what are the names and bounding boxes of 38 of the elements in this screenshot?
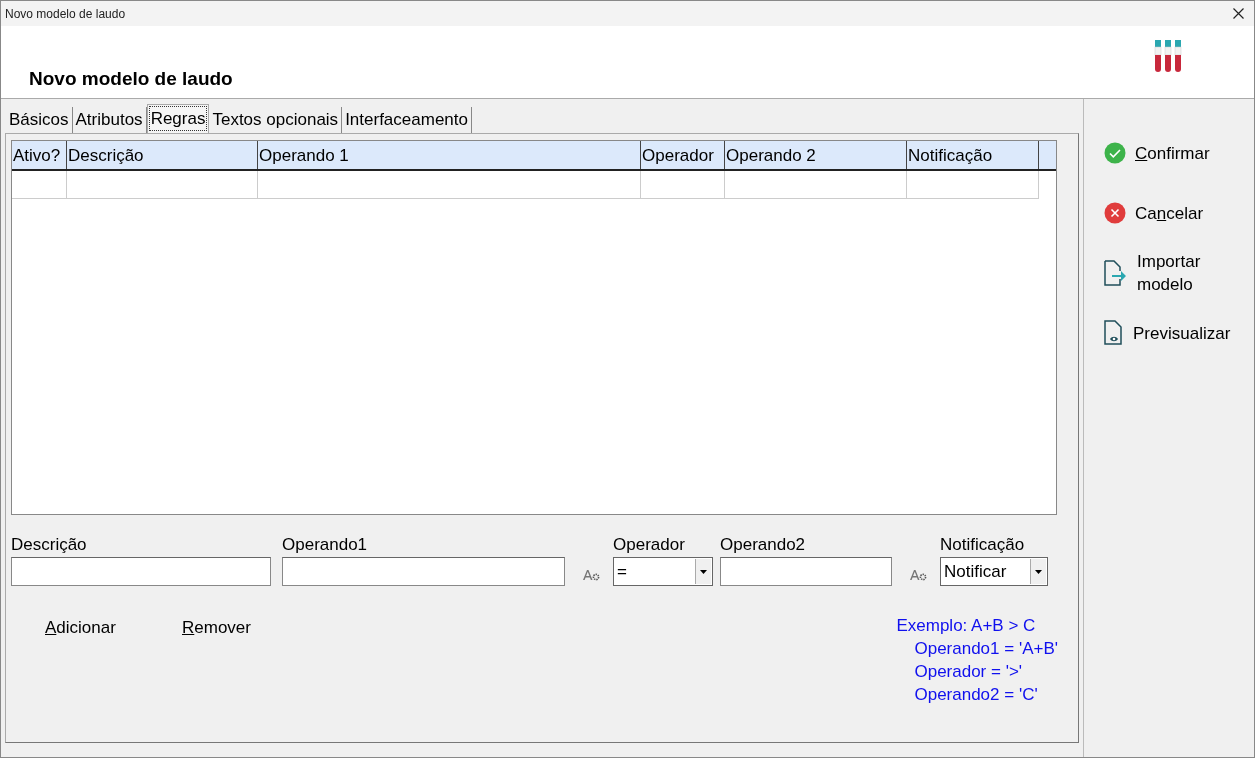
input-field[interactable]: [282, 557, 565, 586]
field-label: Descrição: [11, 535, 88, 555]
field-label: Operando2: [720, 535, 807, 555]
file-import-icon: [1104, 260, 1128, 286]
close-icon: [1104, 202, 1126, 224]
test-tubes-icon: [1154, 40, 1184, 72]
input-field[interactable]: [11, 557, 271, 586]
example-text: Exemplo: A+B > C Operando1 = 'A+B' Operador = '>' Operando2 = 'C': [896, 615, 1058, 706]
dropdown[interactable]: =: [613, 557, 713, 586]
column-header[interactable]: Operando 1: [258, 141, 641, 169]
dropdown-arrow-icon: [700, 569, 707, 574]
action-button[interactable]: Cancelar: [1104, 183, 1249, 243]
field-label: Operando1: [282, 535, 369, 555]
column-header[interactable]: Descrição: [67, 141, 258, 169]
column-header[interactable]: Operador: [641, 141, 725, 169]
field-label: Operador: [613, 535, 686, 555]
window-title: Novo modelo de laudo: [5, 6, 126, 21]
field-label: Notificação: [940, 535, 1026, 555]
dialog-heading: Novo modelo de laudo: [29, 68, 233, 90]
font-settings-icon[interactable]: [910, 569, 927, 581]
column-header[interactable]: Notificação: [907, 141, 1039, 169]
tab[interactable]: Textos opcionais: [209, 107, 343, 133]
tab[interactable]: Atributos: [72, 107, 147, 133]
action-button[interactable]: Adicionar: [39, 614, 156, 642]
column-header[interactable]: Ativo?: [12, 141, 67, 169]
font-settings-icon[interactable]: [583, 569, 600, 581]
close-icon[interactable]: [1233, 8, 1244, 19]
dropdown[interactable]: Notificar: [940, 557, 1048, 586]
action-button[interactable]: Confirmar: [1104, 123, 1249, 183]
action-button[interactable]: Previsualizar: [1104, 303, 1249, 363]
action-button[interactable]: Importar modelo: [1104, 243, 1249, 303]
input-field[interactable]: [720, 557, 892, 586]
action-button[interactable]: Remover: [176, 614, 293, 642]
column-header[interactable]: Operando 2: [725, 141, 907, 169]
dropdown-arrow-icon: [1035, 569, 1042, 574]
check-icon: [1104, 142, 1126, 164]
tab[interactable]: Regras: [146, 104, 210, 133]
document-eye-icon: [1104, 320, 1124, 346]
